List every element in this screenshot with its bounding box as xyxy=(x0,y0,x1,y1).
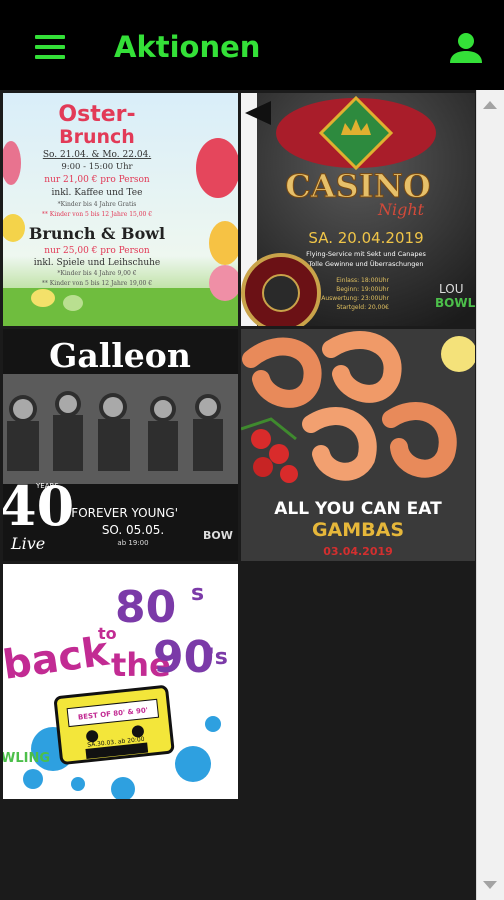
auswertung-text: Auswertung: 23:00Uhr xyxy=(321,295,389,302)
gambas-date: 03.04.2019 xyxy=(323,545,393,558)
cassette-icon: BEST OF 80' & 90' SA.30.03. ab 20:00 xyxy=(54,685,175,765)
live-text: Live xyxy=(10,534,45,553)
promo-tile-oster-brunch[interactable]: Oster- Brunch So. 21.04. & Mo. 22.04. 9:… xyxy=(3,93,238,326)
kids-text-1: *Kinder bis 4 Jahre Gratis xyxy=(58,201,137,208)
kids-text-2: ** Kinder von 5 bis 12 Jahre 15,00 € xyxy=(42,211,152,218)
heading-oster: Oster- xyxy=(58,102,135,127)
includes-text: inkl. Kaffee und Tee xyxy=(52,188,143,198)
app-bar: Aktionen xyxy=(0,0,504,90)
logo-lou: LOU xyxy=(439,282,464,296)
text-80-s: s xyxy=(191,581,204,606)
casino-date: SA. 20.04.2019 xyxy=(308,229,423,247)
casino-script: Night xyxy=(377,200,425,219)
galleon-logo: BOW xyxy=(203,529,233,542)
vertical-scrollbar[interactable] xyxy=(476,90,504,900)
price-text: nur 21,00 € pro Person xyxy=(44,175,150,185)
galleon-title: Galleon xyxy=(49,336,191,375)
text-90-s: 's xyxy=(208,645,228,670)
logo-wling: WLING xyxy=(3,751,50,766)
promo-tile-gambas[interactable]: ALL YOU CAN EAT GAMBAS 03.04.2019 xyxy=(241,329,475,561)
menu-icon[interactable] xyxy=(30,30,70,64)
time-text: 9:00 - 15:00 Uhr xyxy=(61,162,133,172)
kids-text-4: ** Kinder von 5 bis 12 Jahre 19,00 € xyxy=(42,280,152,287)
motto-text: 'FOREVER YOUNG' xyxy=(68,506,178,520)
promotions-grid: Oster- Brunch So. 21.04. & Mo. 22.04. 9:… xyxy=(0,90,476,900)
includes-text-2: inkl. Spiele und Leihschuhe xyxy=(34,258,161,268)
heading-brunch: Brunch xyxy=(59,126,135,148)
scroll-up-icon[interactable] xyxy=(483,101,497,109)
heading-brunch-bowl: Brunch & Bowl xyxy=(29,224,165,243)
casino-line-1: Flying-Service mit Sekt und Canapes xyxy=(306,250,426,258)
price-text-2: nur 25,00 € pro Person xyxy=(44,246,150,256)
einlass-text: Einlass: 18:00Uhr xyxy=(336,277,389,284)
beginn-text: Beginn: 19:00Uhr xyxy=(336,286,389,293)
kids-text-3: *Kinder bis 4 Jahre 9,00 € xyxy=(57,270,136,277)
scroll-down-icon[interactable] xyxy=(483,881,497,889)
text-80: 80 xyxy=(115,582,176,633)
galleon-date: SO. 05.05. xyxy=(102,523,164,537)
years-word: YEARS xyxy=(35,482,59,490)
account-icon[interactable] xyxy=(446,28,486,68)
galleon-time: ab 19:00 xyxy=(117,539,148,547)
promo-tile-galleon[interactable]: Galleon 40 YEARS Live 'FOREVER YOUNG' SO… xyxy=(3,329,238,561)
page-title: Aktionen xyxy=(114,30,261,64)
logo-bowl: BOWL xyxy=(435,296,475,310)
text-to: to xyxy=(98,624,117,643)
text-90: 90 xyxy=(153,632,214,683)
promo-tile-back-to-80s-90s[interactable]: back to the 80 s 90 's BEST OF 80' & 90'… xyxy=(3,564,238,799)
gambas-line-2: GAMBAS xyxy=(312,519,404,541)
startgeld-text: Startgeld: 20,00€ xyxy=(336,304,389,311)
promo-tile-casino-night[interactable]: CASINO Night SA. 20.04.2019 Flying-Servi… xyxy=(241,93,475,326)
dates-text: So. 21.04. & Mo. 22.04. xyxy=(43,150,151,160)
casino-line-2: Tolle Gewinne und Überraschungen xyxy=(307,259,423,268)
gambas-line-1: ALL YOU CAN EAT xyxy=(274,499,442,519)
